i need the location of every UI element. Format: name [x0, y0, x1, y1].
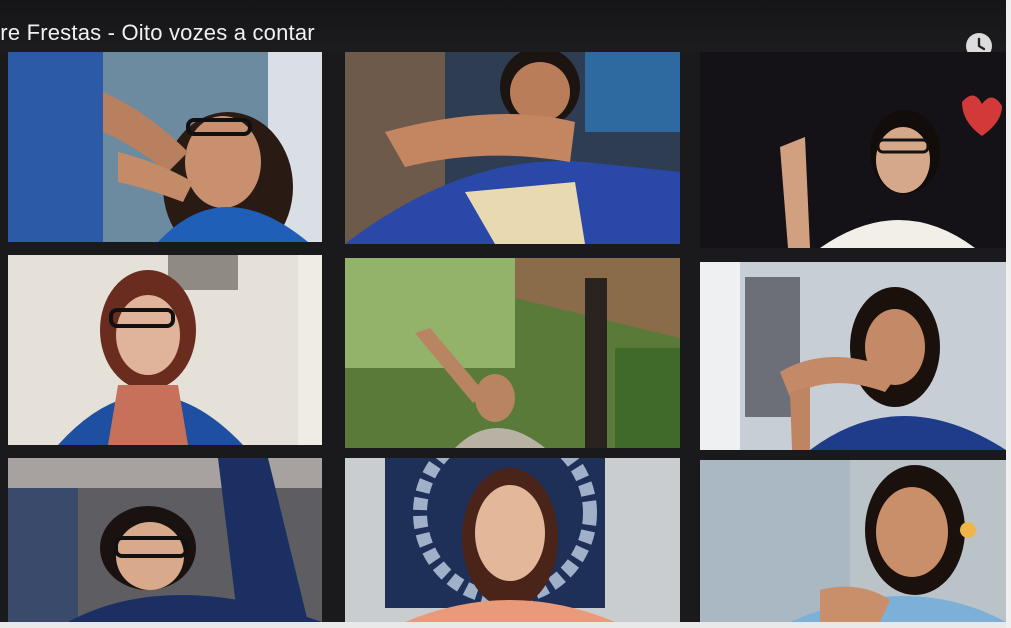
participant-video [8, 458, 322, 622]
participant-tile-1[interactable] [8, 52, 322, 242]
participant-tile-8[interactable] [345, 458, 680, 622]
participant-video [345, 52, 680, 244]
photo-edge-bottom [0, 622, 1011, 628]
participant-tile-9[interactable] [700, 460, 1006, 622]
participant-video [700, 52, 1006, 248]
participant-video [700, 262, 1006, 450]
participant-tile-6[interactable] [700, 262, 1006, 450]
participant-tile-4[interactable] [8, 255, 322, 445]
video-call-window: tre Frestas - Oito vozes a contar [0, 0, 1011, 628]
participant-tile-3[interactable] [700, 52, 1006, 248]
participant-video [345, 458, 680, 622]
participant-video [8, 255, 322, 445]
participant-video [345, 258, 680, 448]
photo-edge-right [1006, 0, 1011, 628]
meeting-title: tre Frestas - Oito vozes a contar [0, 20, 315, 45]
participant-video [700, 460, 1006, 622]
participant-tile-2[interactable] [345, 52, 680, 244]
participant-tile-7[interactable] [8, 458, 322, 622]
participant-video [8, 52, 322, 242]
top-bar: tre Frestas - Oito vozes a contar [0, 0, 1011, 59]
participant-tile-5[interactable] [345, 258, 680, 448]
